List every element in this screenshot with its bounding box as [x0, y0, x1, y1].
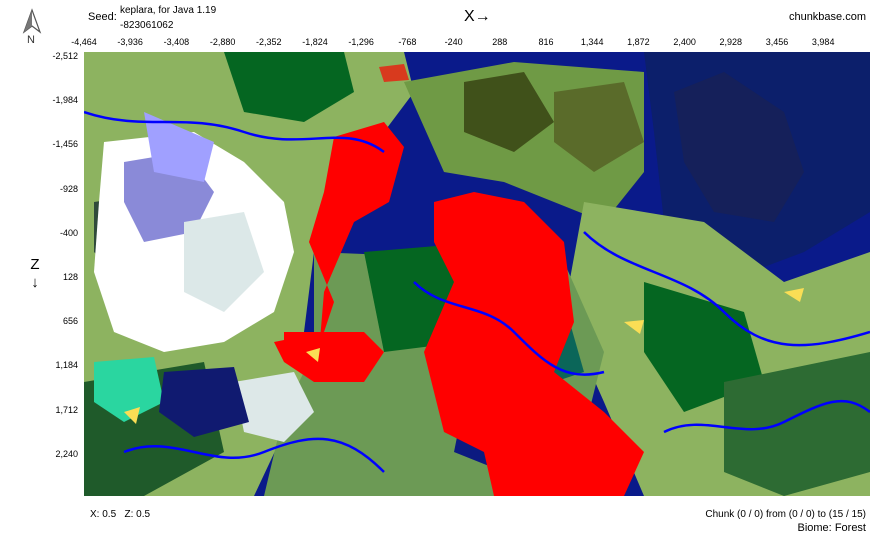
x-tick-label: 3,456 — [765, 37, 789, 47]
x-tick-label: 1,344 — [580, 37, 604, 47]
x-tick-label: -768 — [398, 37, 417, 47]
x-axis-label: X→ — [464, 8, 491, 25]
z-tick-label: 1,712 — [55, 404, 78, 415]
z-tick-label: 128 — [62, 272, 78, 282]
z-tick-label: 2,240 — [55, 448, 78, 459]
biome-map[interactable] — [84, 52, 870, 496]
z-tick-label: -1,456 — [52, 139, 78, 150]
z-tick-label: -1,984 — [52, 95, 78, 106]
compass-letter: N — [27, 34, 35, 46]
coord-x-value: 0.5 — [102, 509, 117, 520]
seed-label: Seed: — [88, 11, 117, 23]
biome-info: Biome: Forest — [798, 522, 867, 534]
x-tick-label: -3,936 — [117, 37, 143, 47]
z-tick-label: -400 — [59, 227, 78, 238]
biome-map-canvas[interactable] — [84, 52, 870, 496]
z-tick-label: 656 — [62, 316, 78, 327]
x-tick-label: -240 — [444, 37, 463, 47]
x-tick-label: -1,824 — [302, 37, 328, 47]
x-axis-ruler: -4,464 -3,936 -3,408 -2,880 -2,352 -1,824 -1,2… — [71, 37, 870, 51]
x-tick-label: -1,296 — [348, 37, 374, 47]
x-tick-label: 3,984 — [811, 37, 835, 47]
x-tick-label: -3,408 — [163, 37, 190, 47]
coord-z-label: Z: — [124, 509, 134, 520]
x-tick-label: 2,928 — [719, 37, 743, 47]
z-axis-label-arrow: ↓ — [31, 274, 39, 291]
z-axis-label: Z ↓ — [28, 256, 42, 292]
x-tick-label: -4,464 — [71, 37, 97, 47]
biome-value: Forest — [834, 522, 866, 534]
x-tick-label: 288 — [492, 37, 508, 47]
north-arrow-icon — [22, 8, 42, 34]
z-tick-label: -2,512 — [52, 51, 78, 61]
biome-label: Biome: — [797, 522, 832, 534]
compass: N — [18, 8, 46, 48]
x-tick-label: -2,880 — [209, 37, 236, 47]
z-tick-label: 1,184 — [55, 360, 78, 371]
coord-x-label: X: — [90, 509, 100, 520]
seed-info: keplara, for Java 1.19 -823061062 — [120, 3, 216, 33]
x-tick-label: 816 — [538, 37, 554, 47]
x-tick-label: -2,352 — [256, 37, 282, 47]
cursor-coordinates: X: 0.5 Z: 0.5 — [90, 509, 150, 520]
seed-value[interactable]: -823061062 — [120, 18, 216, 33]
z-axis-label-letter: Z — [30, 256, 40, 273]
badlands-region — [379, 64, 409, 82]
x-tick-label: 1,872 — [627, 37, 650, 47]
seed-title: keplara, for Java 1.19 — [120, 5, 217, 16]
coord-z-value: 0.5 — [136, 509, 151, 520]
x-tick-label: 2,400 — [673, 37, 696, 47]
chunk-info: Chunk (0 / 0) from (0 / 0) to (15 / 15) — [705, 509, 866, 520]
z-tick-label: -928 — [59, 183, 78, 194]
site-name[interactable]: chunkbase.com — [789, 11, 866, 23]
